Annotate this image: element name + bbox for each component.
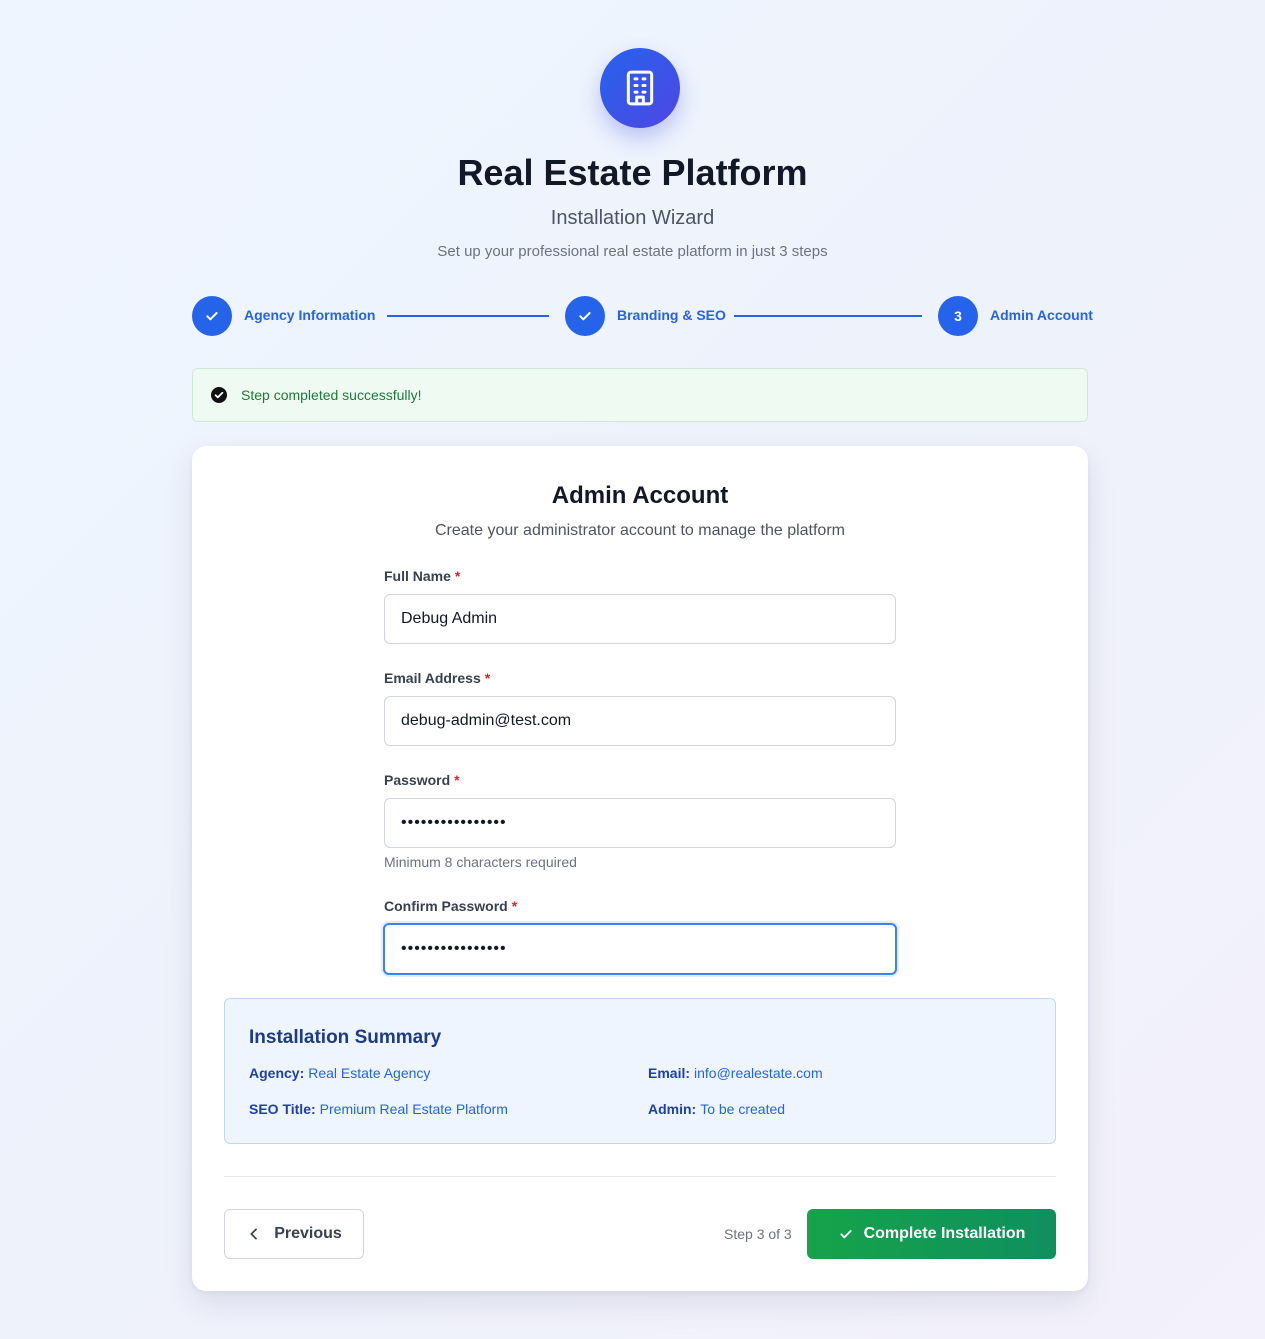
summary-admin-key: Admin: <box>648 1101 697 1117</box>
complete-installation-button[interactable]: Complete Installation <box>807 1209 1056 1259</box>
alert-message: Step completed successfully! <box>241 387 422 403</box>
page-title: Real Estate Platform <box>457 152 808 193</box>
step-2-indicator <box>565 296 605 336</box>
step-3-label: Admin Account <box>990 307 1093 323</box>
summary-agency-key: Agency: <box>249 1065 305 1081</box>
summary-agency-value: Real Estate Agency <box>308 1065 431 1081</box>
step-2-label: Branding & SEO <box>617 307 726 323</box>
password-label-text: Password <box>384 772 451 788</box>
chevron-left-icon <box>250 1228 258 1240</box>
summary-seo-value: Premium Real Estate Platform <box>319 1101 508 1117</box>
step-connector <box>734 315 922 317</box>
previous-button[interactable]: Previous <box>224 1209 364 1259</box>
password-hint: Minimum 8 characters required <box>384 854 577 870</box>
summary-email-key: Email: <box>648 1065 691 1081</box>
summary-title: Installation Summary <box>249 1027 442 1048</box>
summary-admin: Admin: To be created <box>648 1101 785 1117</box>
step-1-label: Agency Information <box>244 307 376 323</box>
card-title: Admin Account <box>551 482 729 509</box>
required-marker: * <box>511 898 518 914</box>
password-input[interactable] <box>384 798 896 848</box>
success-alert: Step completed successfully! <box>192 368 1088 422</box>
footer-divider <box>224 1176 1056 1177</box>
summary-email-value: info@realestate.com <box>694 1065 823 1081</box>
previous-button-label: Previous <box>274 1225 342 1242</box>
full-name-label: Full Name * <box>384 568 460 584</box>
step-counter: Step 3 of 3 <box>724 1226 792 1242</box>
summary-agency: Agency: Real Estate Agency <box>249 1065 430 1081</box>
required-marker: * <box>484 670 491 686</box>
summary-email: Email: info@realestate.com <box>648 1065 823 1081</box>
building-icon <box>626 70 654 106</box>
summary-seo-key: SEO Title: <box>249 1101 316 1117</box>
check-icon <box>839 1230 852 1239</box>
check-icon <box>579 312 591 321</box>
step-1-indicator <box>192 296 232 336</box>
card-description: Create your administrator account to man… <box>435 522 845 539</box>
password-label: Password * <box>384 772 460 788</box>
required-marker: * <box>454 568 461 584</box>
email-label-text: Email Address <box>384 670 481 686</box>
full-name-label-text: Full Name <box>384 568 451 584</box>
confirm-password-label-text: Confirm Password <box>384 898 508 914</box>
admin-account-card: Admin Account Create your administrator … <box>192 446 1088 1291</box>
installation-summary: Installation Summary Agency: Real Estate … <box>224 998 1056 1144</box>
complete-installation-label: Complete Installation <box>863 1225 1026 1242</box>
confirm-password-input[interactable] <box>383 923 897 975</box>
app-logo <box>600 48 680 128</box>
summary-seo-title: SEO Title: Premium Real Estate Platform <box>249 1101 508 1117</box>
confirm-password-label: Confirm Password * <box>384 898 517 914</box>
required-marker: * <box>454 772 460 788</box>
page-subtitle: Installation Wizard <box>550 207 715 229</box>
check-icon <box>206 312 218 321</box>
step-3-indicator: 3 <box>938 296 978 336</box>
email-input[interactable] <box>384 696 896 746</box>
full-name-input[interactable] <box>384 594 896 644</box>
email-label: Email Address * <box>384 670 490 686</box>
wizard-stepper: Agency Information Branding & SEO 3 Admi… <box>192 296 1093 336</box>
check-circle-icon <box>211 387 227 403</box>
step-connector <box>387 315 549 317</box>
summary-admin-value: To be created <box>700 1101 786 1117</box>
page-tagline: Set up your professional real estate pla… <box>437 243 828 260</box>
